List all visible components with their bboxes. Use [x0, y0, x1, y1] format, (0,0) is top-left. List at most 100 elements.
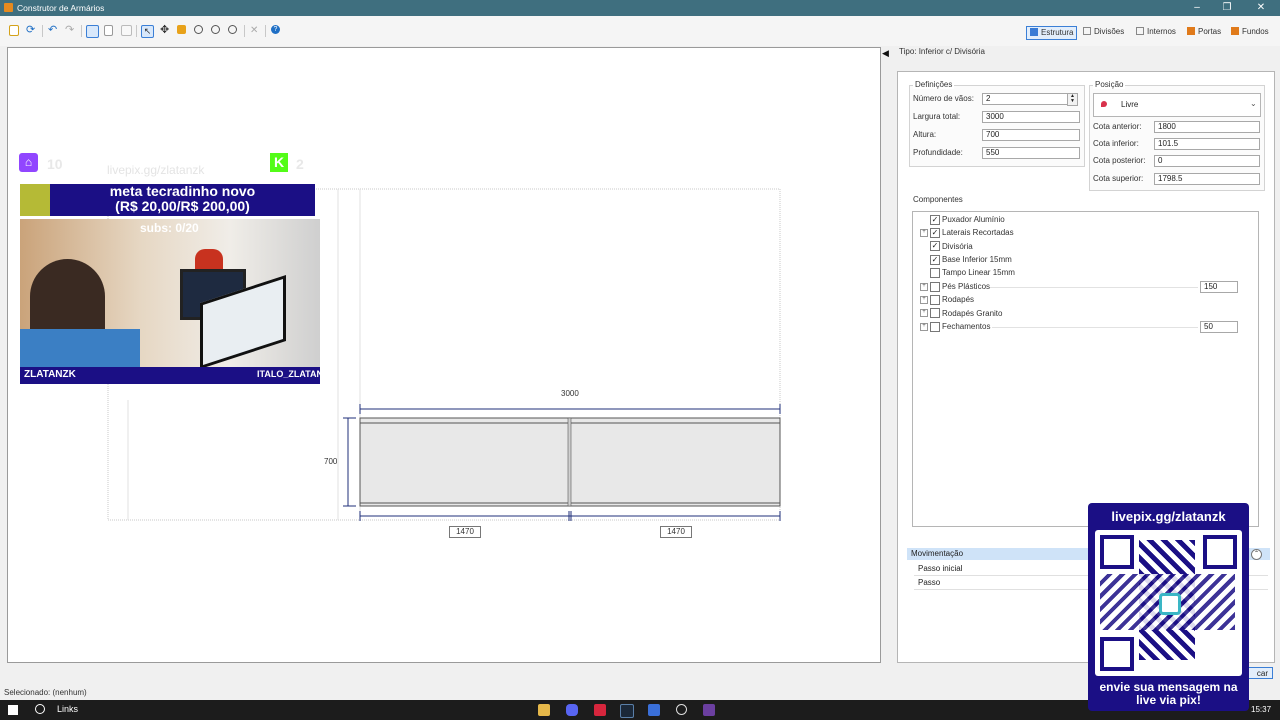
twitch-studio-icon[interactable] [703, 704, 715, 716]
livepix-url: livepix.gg/zlatanzk [1111, 509, 1226, 524]
laterais-checkbox[interactable]: ✓ [930, 228, 940, 238]
clock: 15:37 [1251, 705, 1272, 714]
pes-expand-icon[interactable]: + [920, 283, 928, 291]
base-inferior-label: Base Inferior 15mm [942, 255, 1012, 264]
span-left-label[interactable]: 1470 [449, 526, 481, 538]
width-dimension-label: 3000 [561, 389, 579, 398]
altura-input[interactable]: 700 [982, 129, 1080, 141]
tab-internos[interactable]: Internos [1136, 26, 1176, 38]
close-button[interactable]: ✕ [1246, 0, 1276, 16]
livepix-panel: livepix.gg/zlatanzk envie sua mensagem n… [1088, 503, 1249, 711]
height-dimension-label: 700 [324, 457, 338, 466]
position-title: Posição [1093, 80, 1126, 89]
puxador-label: Puxador Alumínio [942, 215, 1005, 224]
cota-superior-input[interactable]: 1798.5 [1154, 173, 1260, 185]
discord-icon[interactable] [566, 704, 578, 716]
tab-estrutura[interactable]: Estrutura [1026, 26, 1078, 40]
definitions-title: Definições [913, 80, 955, 89]
pix-logo-icon [1159, 593, 1181, 615]
status-text: Selecionado: (nenhum) [4, 688, 87, 697]
base-inferior-checkbox[interactable]: ✓ [930, 255, 940, 265]
puxador-checkbox[interactable]: ✓ [930, 215, 940, 225]
maximize-button[interactable]: ❐ [1212, 0, 1242, 16]
pes-value-input[interactable]: 150 [1200, 281, 1238, 293]
structure-icon [1030, 28, 1038, 36]
laterais-expand-icon[interactable]: + [920, 229, 928, 237]
webcam-feed: subs: 0/20 ZLATANZK ITALO_ZLATAN [20, 219, 320, 384]
num-vaos-label: Número de vãos: [913, 94, 974, 103]
tab-portas[interactable]: Portas [1187, 26, 1221, 38]
largura-input[interactable]: 3000 [982, 111, 1080, 123]
cota-inferior-input[interactable]: 101.5 [1154, 138, 1260, 150]
cota-anterior-input[interactable]: 1800 [1154, 121, 1260, 133]
obs-icon[interactable] [676, 704, 687, 715]
rodapes-granito-label: Rodapés Granito [942, 309, 1003, 318]
chevron-down-icon: ⌄ [1250, 99, 1257, 108]
search-icon[interactable] [35, 704, 45, 714]
taskbar-search-label[interactable]: Links [57, 704, 78, 714]
windows-start-icon[interactable] [8, 705, 18, 715]
qr-code [1095, 530, 1242, 676]
pes-checkbox[interactable] [930, 282, 940, 292]
tampo-checkbox[interactable] [930, 268, 940, 278]
fechamentos-label: Fechamentos [942, 322, 991, 331]
laterais-label: Laterais Recortadas [942, 228, 1014, 237]
rodapes-granito-expand-icon[interactable]: + [920, 309, 928, 317]
altura-label: Altura: [913, 130, 937, 139]
fechamentos-checkbox[interactable] [930, 322, 940, 332]
minimize-button[interactable]: – [1182, 0, 1212, 16]
cam-left-name: ZLATANZK [24, 369, 76, 380]
steam-icon[interactable] [620, 704, 634, 718]
vivaldi-icon[interactable] [594, 704, 606, 716]
components-title: Componentes [913, 195, 963, 204]
livepix-message: envie sua mensagem na live via pix! [1099, 680, 1238, 707]
cam-right-name: ITALO_ZLATAN [257, 369, 320, 379]
span-right-label[interactable]: 1470 [660, 526, 692, 538]
largura-label: Largura total: [913, 112, 961, 121]
num-vaos-input[interactable]: 2 [982, 93, 1070, 105]
subs-counter: subs: 0/20 [140, 221, 199, 235]
cota-posterior-label: Cota posterior: [1093, 156, 1146, 165]
rodapes-label: Rodapés [942, 295, 975, 304]
cota-posterior-input[interactable]: 0 [1154, 155, 1260, 167]
cota-superior-label: Cota superior: [1093, 174, 1144, 183]
twitch-icon: ⌂ [19, 153, 38, 172]
app-window-icon[interactable] [648, 704, 660, 716]
file-explorer-icon[interactable] [538, 704, 550, 716]
goal-accent [20, 184, 50, 216]
rodapes-checkbox[interactable] [930, 295, 940, 305]
kick-count: 2 [296, 156, 304, 172]
fechamentos-value-input[interactable]: 50 [1200, 321, 1238, 333]
position-select[interactable]: Livre ⌄ [1093, 93, 1261, 117]
internals-icon [1136, 27, 1144, 35]
streamer-head [30, 259, 105, 339]
faded-url-text: livepix.gg/zlatanzk [107, 163, 205, 177]
divisoria-label: Divisória [942, 242, 973, 251]
collapse-up-icon[interactable]: ⌃ [1251, 549, 1262, 560]
pes-label: Pés Plásticos [942, 282, 991, 291]
doors-icon [1187, 27, 1195, 35]
twitch-count: 10 [47, 156, 63, 172]
profundidade-input[interactable]: 550 [982, 147, 1080, 159]
divisoria-checkbox[interactable]: ✓ [930, 241, 940, 251]
profundidade-label: Profundidade: [913, 148, 963, 157]
backs-icon [1231, 27, 1239, 35]
position-selected: Livre [1121, 100, 1139, 109]
goal-text: meta tecradinho novo (R$ 20,00/R$ 200,00… [50, 184, 315, 216]
tab-fundos[interactable]: Fundos [1231, 26, 1269, 38]
divisions-icon [1083, 27, 1091, 35]
rodapes-granito-checkbox[interactable] [930, 308, 940, 318]
num-vaos-spinner[interactable]: ▲ ▼ [1067, 93, 1078, 106]
goal-line1: meta tecradinho novo [109, 183, 256, 199]
fechamentos-expand-icon[interactable]: + [920, 323, 928, 331]
cabinet-type-label: Tipo: Inferior c/ Divisória [899, 47, 985, 56]
collapse-panel-icon[interactable]: ◀ [882, 48, 889, 59]
kick-icon: K [270, 153, 288, 172]
tab-divisoes[interactable]: Divisões [1083, 26, 1124, 38]
cota-anterior-label: Cota anterior: [1093, 122, 1142, 131]
pin-icon [1101, 101, 1107, 107]
rodapes-expand-icon[interactable]: + [920, 296, 928, 304]
goal-line2: (R$ 20,00/R$ 200,00) [115, 198, 250, 214]
tampo-label: Tampo Linear 15mm [942, 268, 1015, 277]
cota-inferior-label: Cota inferior: [1093, 139, 1139, 148]
